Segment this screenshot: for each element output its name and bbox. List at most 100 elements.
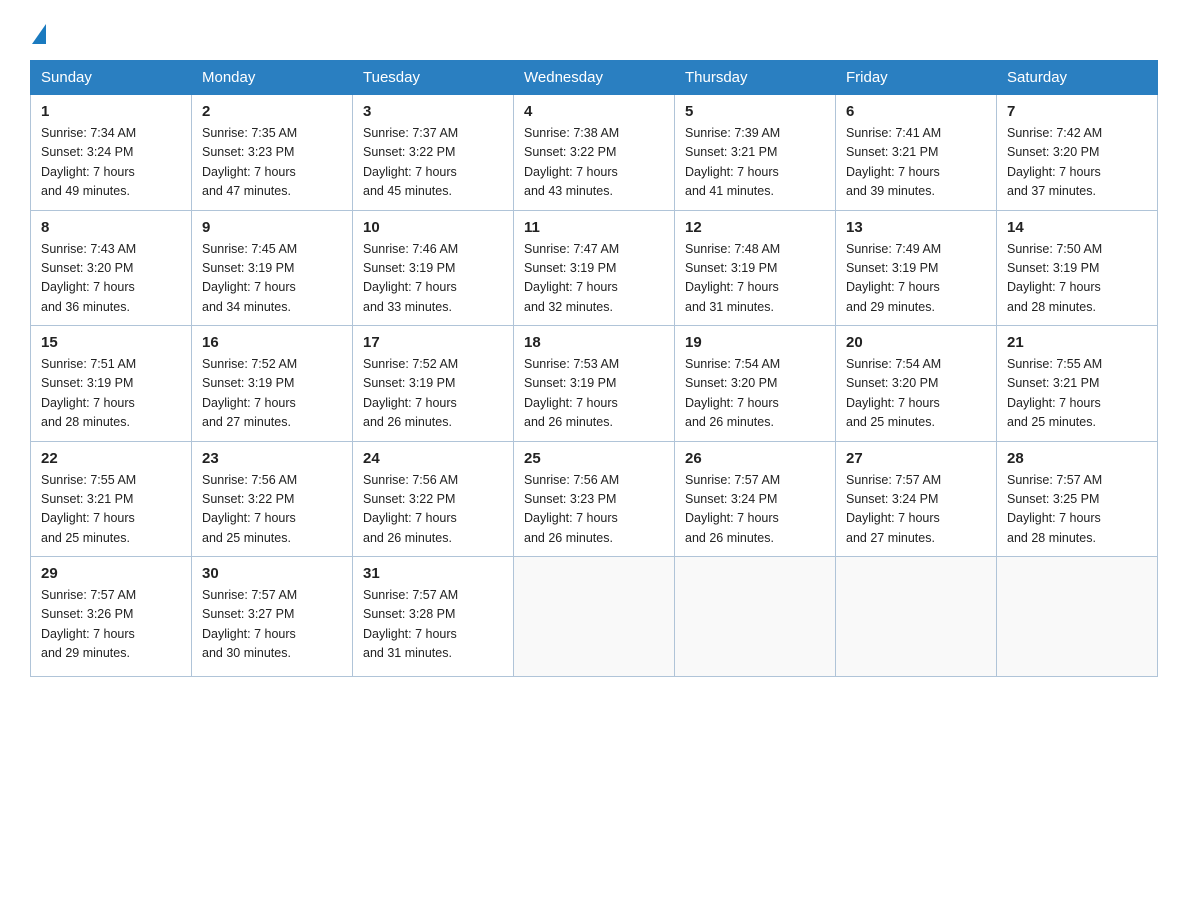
- day-info: Sunrise: 7:52 AMSunset: 3:19 PMDaylight:…: [363, 355, 503, 433]
- calendar-header: SundayMondayTuesdayWednesdayThursdayFrid…: [31, 61, 1158, 95]
- day-number: 11: [524, 219, 664, 236]
- calendar-cell: 23Sunrise: 7:56 AMSunset: 3:22 PMDayligh…: [192, 441, 353, 557]
- day-info: Sunrise: 7:54 AMSunset: 3:20 PMDaylight:…: [846, 355, 986, 433]
- calendar-cell: 10Sunrise: 7:46 AMSunset: 3:19 PMDayligh…: [353, 210, 514, 326]
- day-number: 4: [524, 103, 664, 120]
- calendar-cell: 3 Sunrise: 7:37 AMSunset: 3:22 PMDaylight…: [353, 95, 514, 211]
- day-info: Sunrise: 7:49 AMSunset: 3:19 PMDaylight:…: [846, 240, 986, 318]
- day-info: Sunrise: 7:51 AMSunset: 3:19 PMDaylight:…: [41, 355, 181, 433]
- day-info: Sunrise: 7:39 AMSunset: 3:21 PMDaylight:…: [685, 124, 825, 202]
- calendar-cell: 27Sunrise: 7:57 AMSunset: 3:24 PMDayligh…: [836, 441, 997, 557]
- calendar-cell: [997, 557, 1158, 677]
- header-day-saturday: Saturday: [997, 61, 1158, 95]
- day-number: 26: [685, 450, 825, 467]
- calendar-cell: 19 Sunrise: 7:54 AMSunset: 3:20 PMDayligh…: [675, 326, 836, 442]
- header-day-sunday: Sunday: [31, 61, 192, 95]
- day-number: 29: [41, 565, 181, 582]
- day-number: 21: [1007, 334, 1147, 351]
- day-info: Sunrise: 7:55 AMSunset: 3:21 PMDaylight:…: [41, 471, 181, 549]
- calendar-cell: 31 Sunrise: 7:57 AMSunset: 3:28 PMDayligh…: [353, 557, 514, 677]
- calendar-cell: 20Sunrise: 7:54 AMSunset: 3:20 PMDayligh…: [836, 326, 997, 442]
- day-number: 31: [363, 565, 503, 582]
- calendar-cell: 29 Sunrise: 7:57 AMSunset: 3:26 PMDayligh…: [31, 557, 192, 677]
- calendar-cell: [514, 557, 675, 677]
- day-info: Sunrise: 7:57 AMSunset: 3:26 PMDaylight:…: [41, 586, 181, 664]
- calendar-cell: 13Sunrise: 7:49 AMSunset: 3:19 PMDayligh…: [836, 210, 997, 326]
- week-row-4: 22Sunrise: 7:55 AMSunset: 3:21 PMDayligh…: [31, 441, 1158, 557]
- calendar-cell: 26 Sunrise: 7:57 AMSunset: 3:24 PMDayligh…: [675, 441, 836, 557]
- header-day-wednesday: Wednesday: [514, 61, 675, 95]
- day-info: Sunrise: 7:52 AMSunset: 3:19 PMDaylight:…: [202, 355, 342, 433]
- day-info: Sunrise: 7:38 AMSunset: 3:22 PMDaylight:…: [524, 124, 664, 202]
- calendar-table: SundayMondayTuesdayWednesdayThursdayFrid…: [30, 60, 1158, 677]
- week-row-3: 15 Sunrise: 7:51 AMSunset: 3:19 PMDayligh…: [31, 326, 1158, 442]
- calendar-cell: 25 Sunrise: 7:56 AMSunset: 3:23 PMDayligh…: [514, 441, 675, 557]
- calendar-cell: 24 Sunrise: 7:56 AMSunset: 3:22 PMDayligh…: [353, 441, 514, 557]
- header-row: SundayMondayTuesdayWednesdayThursdayFrid…: [31, 61, 1158, 95]
- day-info: Sunrise: 7:56 AMSunset: 3:23 PMDaylight:…: [524, 471, 664, 549]
- day-info: Sunrise: 7:56 AMSunset: 3:22 PMDaylight:…: [363, 471, 503, 549]
- day-number: 3: [363, 103, 503, 120]
- calendar-cell: 5 Sunrise: 7:39 AMSunset: 3:21 PMDaylight…: [675, 95, 836, 211]
- day-number: 23: [202, 450, 342, 467]
- day-info: Sunrise: 7:57 AMSunset: 3:27 PMDaylight:…: [202, 586, 342, 664]
- calendar-cell: 4 Sunrise: 7:38 AMSunset: 3:22 PMDaylight…: [514, 95, 675, 211]
- day-number: 2: [202, 103, 342, 120]
- day-number: 19: [685, 334, 825, 351]
- header-day-tuesday: Tuesday: [353, 61, 514, 95]
- day-info: Sunrise: 7:55 AMSunset: 3:21 PMDaylight:…: [1007, 355, 1147, 433]
- day-info: Sunrise: 7:35 AMSunset: 3:23 PMDaylight:…: [202, 124, 342, 202]
- calendar-cell: 21 Sunrise: 7:55 AMSunset: 3:21 PMDayligh…: [997, 326, 1158, 442]
- day-number: 16: [202, 334, 342, 351]
- logo-general: [30, 24, 46, 44]
- logo-triangle-icon: [32, 24, 46, 44]
- day-number: 12: [685, 219, 825, 236]
- calendar-cell: 2 Sunrise: 7:35 AMSunset: 3:23 PMDaylight…: [192, 95, 353, 211]
- day-number: 1: [41, 103, 181, 120]
- page-header: [30, 20, 1158, 44]
- calendar-cell: [675, 557, 836, 677]
- calendar-cell: 18 Sunrise: 7:53 AMSunset: 3:19 PMDayligh…: [514, 326, 675, 442]
- day-info: Sunrise: 7:48 AMSunset: 3:19 PMDaylight:…: [685, 240, 825, 318]
- day-info: Sunrise: 7:42 AMSunset: 3:20 PMDaylight:…: [1007, 124, 1147, 202]
- day-number: 9: [202, 219, 342, 236]
- calendar-cell: 22Sunrise: 7:55 AMSunset: 3:21 PMDayligh…: [31, 441, 192, 557]
- day-info: Sunrise: 7:57 AMSunset: 3:24 PMDaylight:…: [685, 471, 825, 549]
- day-number: 5: [685, 103, 825, 120]
- calendar-cell: 6Sunrise: 7:41 AMSunset: 3:21 PMDaylight…: [836, 95, 997, 211]
- calendar-cell: 30 Sunrise: 7:57 AMSunset: 3:27 PMDayligh…: [192, 557, 353, 677]
- calendar-cell: 16 Sunrise: 7:52 AMSunset: 3:19 PMDayligh…: [192, 326, 353, 442]
- day-info: Sunrise: 7:46 AMSunset: 3:19 PMDaylight:…: [363, 240, 503, 318]
- day-number: 28: [1007, 450, 1147, 467]
- day-info: Sunrise: 7:57 AMSunset: 3:24 PMDaylight:…: [846, 471, 986, 549]
- day-info: Sunrise: 7:57 AMSunset: 3:28 PMDaylight:…: [363, 586, 503, 664]
- day-info: Sunrise: 7:53 AMSunset: 3:19 PMDaylight:…: [524, 355, 664, 433]
- calendar-cell: 14Sunrise: 7:50 AMSunset: 3:19 PMDayligh…: [997, 210, 1158, 326]
- header-day-monday: Monday: [192, 61, 353, 95]
- day-number: 24: [363, 450, 503, 467]
- day-number: 15: [41, 334, 181, 351]
- day-info: Sunrise: 7:37 AMSunset: 3:22 PMDaylight:…: [363, 124, 503, 202]
- header-day-thursday: Thursday: [675, 61, 836, 95]
- day-info: Sunrise: 7:47 AMSunset: 3:19 PMDaylight:…: [524, 240, 664, 318]
- calendar-cell: [836, 557, 997, 677]
- day-info: Sunrise: 7:43 AMSunset: 3:20 PMDaylight:…: [41, 240, 181, 318]
- calendar-cell: 9Sunrise: 7:45 AMSunset: 3:19 PMDaylight…: [192, 210, 353, 326]
- day-info: Sunrise: 7:57 AMSunset: 3:25 PMDaylight:…: [1007, 471, 1147, 549]
- day-number: 17: [363, 334, 503, 351]
- day-info: Sunrise: 7:41 AMSunset: 3:21 PMDaylight:…: [846, 124, 986, 202]
- week-row-1: 1 Sunrise: 7:34 AMSunset: 3:24 PMDaylight…: [31, 95, 1158, 211]
- day-number: 25: [524, 450, 664, 467]
- day-info: Sunrise: 7:54 AMSunset: 3:20 PMDaylight:…: [685, 355, 825, 433]
- day-number: 18: [524, 334, 664, 351]
- header-day-friday: Friday: [836, 61, 997, 95]
- week-row-5: 29 Sunrise: 7:57 AMSunset: 3:26 PMDayligh…: [31, 557, 1158, 677]
- logo: [30, 24, 46, 44]
- calendar-cell: 17 Sunrise: 7:52 AMSunset: 3:19 PMDayligh…: [353, 326, 514, 442]
- calendar-cell: 1 Sunrise: 7:34 AMSunset: 3:24 PMDaylight…: [31, 95, 192, 211]
- day-number: 30: [202, 565, 342, 582]
- day-number: 14: [1007, 219, 1147, 236]
- day-info: Sunrise: 7:34 AMSunset: 3:24 PMDaylight:…: [41, 124, 181, 202]
- calendar-body: 1 Sunrise: 7:34 AMSunset: 3:24 PMDaylight…: [31, 95, 1158, 677]
- day-number: 8: [41, 219, 181, 236]
